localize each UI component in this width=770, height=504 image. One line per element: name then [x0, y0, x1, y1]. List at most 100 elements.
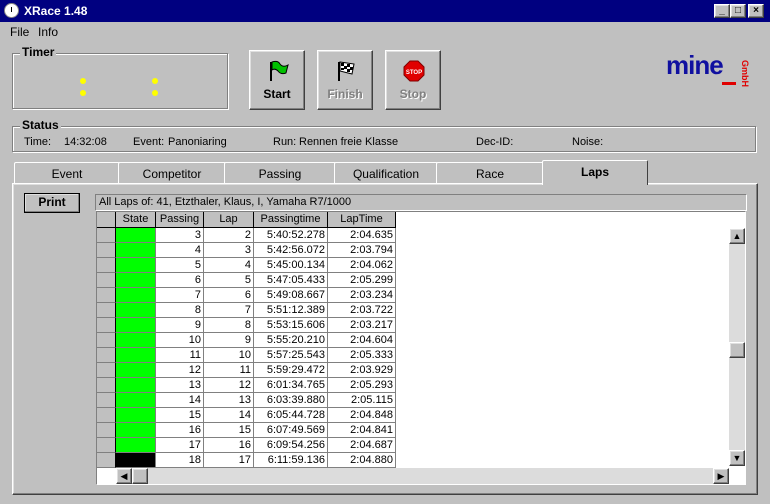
- laptime-cell[interactable]: 2:04.635: [328, 228, 396, 243]
- passingtime-cell[interactable]: 5:55:20.210: [254, 333, 328, 348]
- laptime-cell[interactable]: 2:03.722: [328, 303, 396, 318]
- scroll-up-icon[interactable]: ▲: [729, 228, 745, 244]
- row-header[interactable]: [97, 453, 116, 468]
- lap-cell[interactable]: 6: [204, 288, 254, 303]
- tab-laps[interactable]: Laps: [542, 160, 648, 185]
- lap-cell[interactable]: 11: [204, 363, 254, 378]
- row-header[interactable]: [97, 378, 116, 393]
- passing-cell[interactable]: 7: [156, 288, 204, 303]
- column-header-passing[interactable]: Passing: [156, 212, 204, 228]
- laptime-cell[interactable]: 2:05.293: [328, 378, 396, 393]
- passingtime-cell[interactable]: 5:53:15.606: [254, 318, 328, 333]
- passingtime-cell[interactable]: 5:49:08.667: [254, 288, 328, 303]
- lap-cell[interactable]: 5: [204, 273, 254, 288]
- tab-race[interactable]: Race: [436, 162, 544, 184]
- column-header-lap[interactable]: Lap: [204, 212, 254, 228]
- lap-cell[interactable]: 15: [204, 423, 254, 438]
- laptime-cell[interactable]: 2:03.217: [328, 318, 396, 333]
- state-cell[interactable]: [116, 378, 156, 393]
- state-cell[interactable]: [116, 408, 156, 423]
- laps-grid[interactable]: State Passing Lap Passingtime LapTime 3 2…: [96, 211, 746, 485]
- laptime-cell[interactable]: 2:03.234: [328, 288, 396, 303]
- close-button[interactable]: ×: [748, 4, 764, 18]
- passingtime-cell[interactable]: 6:03:39.880: [254, 393, 328, 408]
- laptime-cell[interactable]: 2:05.299: [328, 273, 396, 288]
- passing-cell[interactable]: 10: [156, 333, 204, 348]
- passingtime-cell[interactable]: 5:51:12.389: [254, 303, 328, 318]
- passingtime-cell[interactable]: 6:07:49.569: [254, 423, 328, 438]
- laptime-cell[interactable]: 2:04.880: [328, 453, 396, 468]
- state-cell[interactable]: [116, 273, 156, 288]
- passingtime-cell[interactable]: 5:59:29.472: [254, 363, 328, 378]
- stop-button[interactable]: STOP Stop: [385, 50, 441, 110]
- passing-cell[interactable]: 9: [156, 318, 204, 333]
- row-header[interactable]: [97, 408, 116, 423]
- row-header[interactable]: [97, 258, 116, 273]
- passing-cell[interactable]: 5: [156, 258, 204, 273]
- state-cell[interactable]: [116, 453, 156, 468]
- hscroll-thumb[interactable]: [132, 468, 148, 484]
- column-header-passingtime[interactable]: Passingtime: [254, 212, 328, 228]
- column-header-laptime[interactable]: LapTime: [328, 212, 396, 228]
- scroll-thumb[interactable]: [729, 342, 745, 358]
- passing-cell[interactable]: 8: [156, 303, 204, 318]
- passingtime-cell[interactable]: 5:40:52.278: [254, 228, 328, 243]
- start-button[interactable]: Start: [249, 50, 305, 110]
- menu-file[interactable]: File: [10, 25, 29, 39]
- menu-info[interactable]: Info: [38, 25, 58, 39]
- lap-cell[interactable]: 8: [204, 318, 254, 333]
- tab-passing[interactable]: Passing: [224, 162, 336, 184]
- row-header[interactable]: [97, 423, 116, 438]
- title-bar[interactable]: XRace 1.48 _ □ ×: [0, 0, 770, 22]
- minimize-button[interactable]: _: [714, 4, 730, 18]
- lap-cell[interactable]: 3: [204, 243, 254, 258]
- scroll-right-icon[interactable]: ▶: [713, 468, 729, 484]
- row-header[interactable]: [97, 243, 116, 258]
- passingtime-cell[interactable]: 5:42:56.072: [254, 243, 328, 258]
- passing-cell[interactable]: 16: [156, 423, 204, 438]
- lap-cell[interactable]: 4: [204, 258, 254, 273]
- vertical-scrollbar[interactable]: ▲ ▼: [729, 228, 745, 466]
- row-header[interactable]: [97, 228, 116, 243]
- passing-cell[interactable]: 4: [156, 243, 204, 258]
- passingtime-cell[interactable]: 6:05:44.728: [254, 408, 328, 423]
- clock-icon[interactable]: [4, 3, 19, 18]
- laptime-cell[interactable]: 2:04.687: [328, 438, 396, 453]
- laptime-cell[interactable]: 2:04.841: [328, 423, 396, 438]
- tab-competitor[interactable]: Competitor: [118, 162, 226, 184]
- passing-cell[interactable]: 14: [156, 393, 204, 408]
- passing-cell[interactable]: 3: [156, 228, 204, 243]
- state-cell[interactable]: [116, 438, 156, 453]
- print-button[interactable]: Print: [24, 193, 80, 213]
- row-header[interactable]: [97, 333, 116, 348]
- lap-cell[interactable]: 9: [204, 333, 254, 348]
- row-header[interactable]: [97, 288, 116, 303]
- lap-cell[interactable]: 13: [204, 393, 254, 408]
- row-header[interactable]: [97, 393, 116, 408]
- laptime-cell[interactable]: 2:05.115: [328, 393, 396, 408]
- passing-cell[interactable]: 15: [156, 408, 204, 423]
- lap-cell[interactable]: 17: [204, 453, 254, 468]
- row-header[interactable]: [97, 273, 116, 288]
- state-cell[interactable]: [116, 333, 156, 348]
- scroll-down-icon[interactable]: ▼: [729, 450, 745, 466]
- state-cell[interactable]: [116, 348, 156, 363]
- column-header-state[interactable]: State: [116, 212, 156, 228]
- state-cell[interactable]: [116, 258, 156, 273]
- state-cell[interactable]: [116, 393, 156, 408]
- lap-cell[interactable]: 7: [204, 303, 254, 318]
- passing-cell[interactable]: 13: [156, 378, 204, 393]
- state-cell[interactable]: [116, 423, 156, 438]
- row-header[interactable]: [97, 348, 116, 363]
- lap-cell[interactable]: 14: [204, 408, 254, 423]
- lap-cell[interactable]: 16: [204, 438, 254, 453]
- passing-cell[interactable]: 6: [156, 273, 204, 288]
- laptime-cell[interactable]: 2:04.062: [328, 258, 396, 273]
- state-cell[interactable]: [116, 228, 156, 243]
- state-cell[interactable]: [116, 318, 156, 333]
- row-header[interactable]: [97, 318, 116, 333]
- laptime-cell[interactable]: 2:03.794: [328, 243, 396, 258]
- tab-qualification[interactable]: Qualification: [334, 162, 438, 184]
- passing-cell[interactable]: 11: [156, 348, 204, 363]
- passingtime-cell[interactable]: 6:11:59.136: [254, 453, 328, 468]
